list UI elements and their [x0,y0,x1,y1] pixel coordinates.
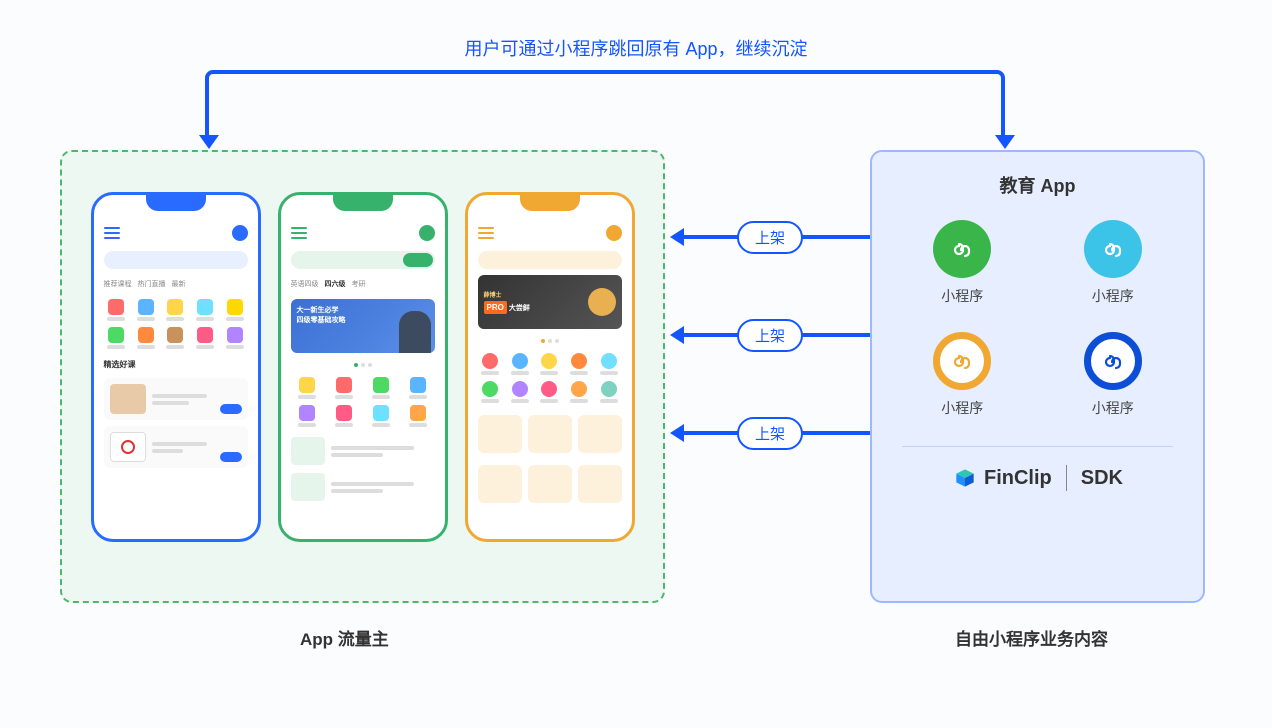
avatar-icon [419,225,435,241]
list-item [281,469,445,505]
mp-label: 小程序 [941,398,983,418]
miniprogram-item: 小程序 [912,220,1013,306]
publish-pill: 上架 [737,319,803,352]
content-cards-row [468,459,632,509]
mp-label: 小程序 [1092,286,1134,306]
mp-icon-cyan [1084,220,1142,278]
avatar-icon [606,225,622,241]
cta-button [220,452,242,462]
phone-header [94,215,258,245]
notch [333,193,393,211]
sdk-label: SDK [1081,467,1123,490]
separator [1066,465,1067,491]
notch [146,193,206,211]
category-tabs: 英语四级四六级考研 [281,275,445,293]
phone-header [468,215,632,245]
publish-arrow: 上架 [670,424,870,442]
arrow-left-icon [670,424,684,442]
mp-label: 小程序 [941,286,983,306]
phone-header [281,215,445,245]
feature-grid [468,347,632,409]
arrow-into-left-box [199,135,219,149]
publish-arrow: 上架 [670,228,870,246]
menu-icon [291,227,307,239]
category-tabs: 推荐课程热门直播最新 [94,275,258,293]
arrow-into-right-box [995,135,1015,149]
publish-pill: 上架 [737,417,803,450]
phone-mock-orange: 薛博士 PRO大尝鲜 [465,192,635,542]
notch [520,193,580,211]
pagination-dots [281,359,445,371]
section-heading: 精选好课 [94,355,258,372]
left-caption: App 流量主 [300,625,389,650]
content-card [578,465,622,503]
search-input-mock [478,251,622,269]
category-grid [94,293,258,355]
content-card [528,465,572,503]
mp-icon-blue [1084,332,1142,390]
search-input-mock [291,251,435,269]
feature-grid [281,371,445,433]
content-card [478,415,522,453]
arrow-left-icon [670,326,684,344]
traffic-owner-box: 推荐课程热门直播最新 精选好课 [60,150,665,603]
top-connector-line [205,70,1005,140]
list-item [281,433,445,469]
content-card [478,465,522,503]
finclip-logo: FinClip [952,465,1052,491]
right-caption: 自由小程序业务内容 [955,625,1108,650]
phone-mock-blue: 推荐课程热门直播最新 精选好课 [91,192,261,542]
card-thumb [110,384,146,414]
hero-banner: 薛博士 PRO大尝鲜 [478,275,622,329]
finclip-mark-icon [952,465,978,491]
mp-label: 小程序 [1092,398,1134,418]
arrow-left-icon [670,228,684,246]
avatar-icon [232,225,248,241]
top-flow-label: 用户可通过小程序跳回原有 App，继续沉淀 [464,35,807,61]
content-cards-row [468,409,632,459]
content-card [578,415,622,453]
divider [902,446,1173,447]
menu-icon [104,227,120,239]
search-input-mock [104,251,248,269]
hero-banner: 大一新生必学 四级零基础攻略 [291,299,435,353]
course-card [104,378,248,420]
menu-icon [478,227,494,239]
miniprogram-item: 小程序 [912,332,1013,418]
finclip-sdk-row: FinClip SDK [892,465,1183,491]
person-graphic [399,311,431,353]
mp-icon-orange [933,332,991,390]
cta-button [220,404,242,414]
content-card [528,415,572,453]
right-box-title: 教育 App [892,172,1183,198]
course-card [104,426,248,468]
education-app-box: 教育 App 小程序 小程序 小程序 小程序 [870,150,1205,603]
publish-arrow: 上架 [670,326,870,344]
person-graphic [588,288,616,316]
mp-icon-green [933,220,991,278]
pagination-dots [468,335,632,347]
publish-pill: 上架 [737,221,803,254]
phone-mock-green: 英语四级四六级考研 大一新生必学 四级零基础攻略 [278,192,448,542]
miniprogram-item: 小程序 [1063,332,1164,418]
miniprogram-item: 小程序 [1063,220,1164,306]
miniprogram-grid: 小程序 小程序 小程序 小程序 [892,216,1183,438]
